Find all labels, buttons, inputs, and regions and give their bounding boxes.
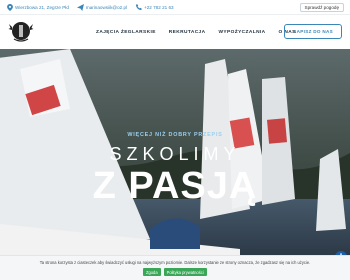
nav-item-rental[interactable]: WYPOŻYCZALNIA (219, 30, 266, 35)
phone-icon (135, 4, 142, 11)
email-info[interactable]: marinaowsiik@o2.pl (76, 3, 127, 11)
hero-title-line2: Z PASJĄ (92, 165, 258, 207)
email-text[interactable]: marinaowsiik@o2.pl (86, 5, 127, 10)
privacy-policy-button[interactable]: Polityka prywatności (163, 268, 207, 276)
cookie-buttons: Zgoda Polityka prywatności (143, 268, 210, 276)
address-text: Wierzbowa 21, Zegrze Płd (15, 4, 69, 10)
site-header: ZAJĘCIA ŻEGLARSKIE REKRUTACJA WYPOŻYCZAL… (0, 15, 350, 49)
location-pin-icon (6, 3, 13, 11)
main-nav: ZAJĘCIA ŻEGLARSKIE REKRUTACJA WYPOŻYCZAL… (96, 15, 309, 49)
hero-banner: WIĘCEJ NIŻ DOBRY PRZEPIS SZKOLIMY Z PASJ… (0, 49, 350, 255)
nav-item-sailing-classes[interactable]: ZAJĘCIA ŻEGLARSKIE (96, 30, 156, 35)
cookie-accept-button[interactable]: Zgoda (143, 268, 161, 276)
logo[interactable] (8, 19, 34, 43)
nav-item-recruitment[interactable]: REKRUTACJA (169, 30, 206, 35)
cookie-message: Ta strona korzysta z ciasteczek aby świa… (39, 260, 311, 265)
hero-title-line1: SZKOLIMY (109, 144, 241, 164)
top-info-bar: Wierzbowa 21, Zegrze Płd marinaowsiik@o2… (0, 0, 350, 15)
address-info: Wierzbowa 21, Zegrze Płd (6, 3, 69, 11)
paper-plane-icon (76, 3, 84, 11)
cookie-bar: Ta strona korzysta z ciasteczek aby świa… (0, 255, 350, 280)
hero-kicker: WIĘCEJ NIŻ DOBRY PRZEPIS (127, 132, 223, 138)
phone-text[interactable]: +22 782 21 63 (144, 5, 174, 10)
weather-button[interactable]: Sprawdź pogodę (299, 2, 344, 12)
phone-info[interactable]: +22 782 21 63 (135, 4, 174, 11)
contact-button[interactable]: NAPISZ DO NAS (284, 24, 342, 39)
